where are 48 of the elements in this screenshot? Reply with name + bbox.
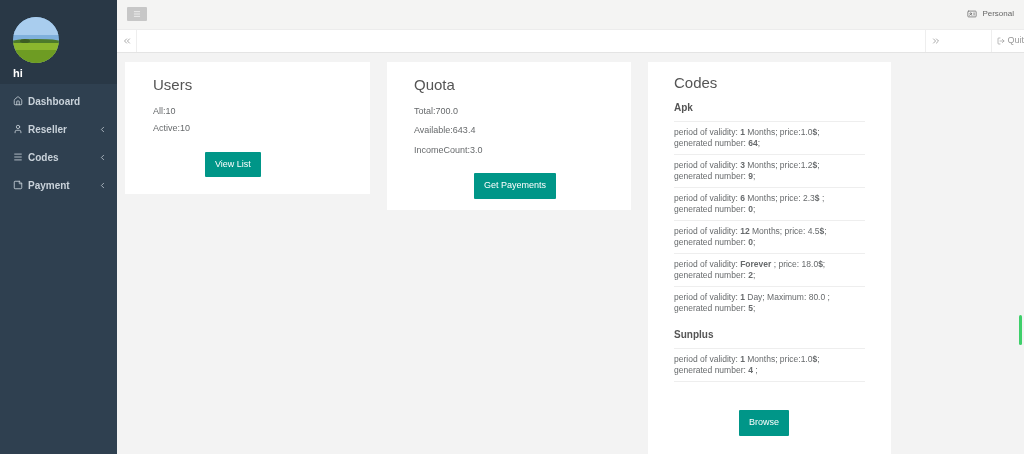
- card-title: Users: [153, 75, 194, 95]
- double-chevron-right-icon: [931, 35, 941, 46]
- home-icon: [13, 96, 23, 106]
- group-heading: Apk: [674, 101, 694, 115]
- user-icon: [13, 124, 23, 134]
- logout-icon: [997, 36, 1006, 45]
- group-heading: Sunplus: [674, 328, 715, 342]
- chevron-icon: [98, 152, 107, 162]
- sidebar-item[interactable]: Payment: [0, 171, 117, 199]
- code-entry-text: period of validity: 1 Months; price:1.0$;: [674, 127, 821, 138]
- code-entry-text: generated number: 0;: [674, 204, 757, 215]
- sidebar-item[interactable]: Dashboard: [0, 87, 117, 115]
- code-entry-text: period of validity: 6 Months; price: 2.3$ ;: [674, 193, 826, 204]
- get-payments-button[interactable]: Get Payements: [474, 173, 557, 199]
- code-entry-text: generated number: 5;: [674, 303, 757, 314]
- code-entry-text: generated number: 2;: [674, 270, 757, 281]
- stat-text: Available:643.4: [414, 124, 477, 137]
- stat-text: Active:10: [153, 122, 192, 135]
- card-title: Quota: [414, 75, 456, 95]
- stat-text: IncomeCount:3.0: [414, 143, 484, 157]
- personal-link[interactable]: Personal: [982, 8, 1014, 21]
- menu-toggle-button[interactable]: [127, 7, 147, 22]
- stat-text: Total:700.0: [414, 104, 460, 118]
- code-entry-text: generated number: 0;: [674, 237, 757, 248]
- sidebar-item[interactable]: Reseller: [0, 115, 117, 143]
- note-icon: [13, 180, 23, 190]
- chevron-icon: [98, 124, 107, 134]
- user-name: hi: [13, 66, 24, 81]
- code-entry-text: period of validity: Forever ; price: 18.0$;: [674, 259, 827, 270]
- code-entry-text: period of validity: 12 Months; price: 4.5$;: [674, 226, 828, 237]
- browse-button[interactable]: Browse: [739, 410, 789, 436]
- double-chevron-left-icon: [121, 35, 132, 46]
- code-entry-text: generated number: 4 ;: [674, 365, 759, 376]
- id-card-icon: [967, 9, 978, 20]
- menu-icon: [13, 152, 23, 162]
- code-entry-text: period of validity: 1 Day; Maximum: 80.0 ;: [674, 292, 831, 303]
- code-entry-text: period of validity: 3 Months; price:1.2$;: [674, 160, 821, 171]
- card-title: Codes: [674, 74, 719, 92]
- sidebar-item[interactable]: Codes: [0, 143, 117, 171]
- code-entry-text: generated number: 64;: [674, 138, 762, 149]
- view-list-button[interactable]: View List: [205, 151, 261, 177]
- stat-text: All:10: [153, 104, 177, 118]
- quit-button[interactable]: Quit: [991, 29, 1024, 52]
- menu-icon: [133, 10, 141, 19]
- code-entry-text: generated number: 9;: [674, 171, 757, 182]
- code-entry-text: period of validity: 1 Months; price:1.0$;: [674, 354, 821, 365]
- scroll-indicator: [1019, 315, 1022, 345]
- chevron-icon: [98, 180, 107, 190]
